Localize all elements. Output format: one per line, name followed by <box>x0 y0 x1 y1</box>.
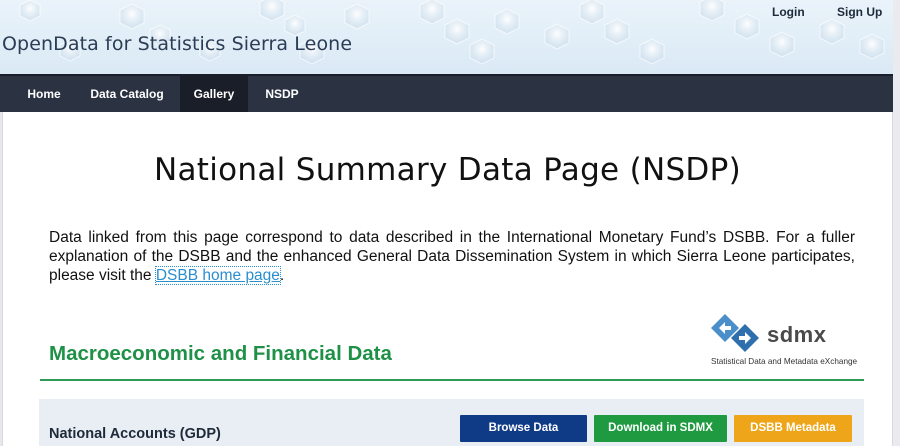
page: OpenData for Statistics Sierra Leone Log… <box>0 0 900 446</box>
site-header: OpenData for Statistics Sierra Leone Log… <box>0 0 900 76</box>
sdmx-logo[interactable]: sdmx Statistical Data and Metadata eXcha… <box>707 312 857 370</box>
sdmx-tagline: Statistical Data and Metadata eXchange <box>711 357 858 366</box>
nav-item-data-catalog[interactable]: Data Catalog <box>84 76 170 112</box>
sdmx-logo-icon <box>711 314 759 352</box>
section-title: Macroeconomic and Financial Data <box>49 342 392 365</box>
download-sdmx-button[interactable]: Download in SDMX <box>594 415 727 442</box>
dsbb-home-link[interactable]: DSBB home page <box>154 266 281 285</box>
signup-link[interactable]: Sign Up <box>837 5 882 19</box>
nav-item-gallery[interactable]: Gallery <box>180 76 248 112</box>
browse-data-button[interactable]: Browse Data <box>460 415 587 442</box>
section-divider <box>40 379 864 381</box>
dataset-row: National Accounts (GDP) Browse Data Down… <box>39 399 864 446</box>
intro-end: . <box>279 267 285 284</box>
page-gutter <box>893 0 900 446</box>
site-title[interactable]: OpenData for Statistics Sierra Leone <box>2 33 352 55</box>
main-nav: Home Data Catalog Gallery NSDP <box>0 74 893 112</box>
nav-item-nsdp[interactable]: NSDP <box>256 76 308 112</box>
sdmx-wordmark: sdmx <box>767 322 827 347</box>
main-content: National Summary Data Page (NSDP) Data l… <box>2 112 893 446</box>
intro-paragraph: Data linked from this page correspond to… <box>49 228 855 285</box>
dsbb-metadata-button[interactable]: DSBB Metadata <box>734 415 852 442</box>
login-link[interactable]: Login <box>772 5 805 19</box>
page-title: National Summary Data Page (NSDP) <box>154 152 741 188</box>
dataset-name: National Accounts (GDP) <box>49 426 221 442</box>
nav-item-home[interactable]: Home <box>14 76 74 112</box>
